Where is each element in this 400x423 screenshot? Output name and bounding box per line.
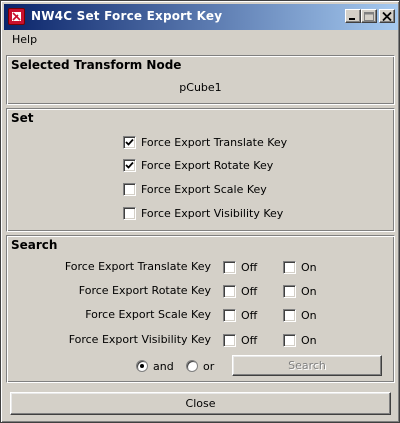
- set-scale-label: Force Export Scale Key: [141, 182, 267, 196]
- search-translate-on-label: On: [301, 260, 317, 274]
- search-visibility-off-label: Off: [241, 333, 258, 347]
- mode-and-radio-row[interactable]: and: [136, 359, 174, 373]
- search-visibility-on-label: On: [301, 333, 317, 347]
- search-visibility-label: Force Export Visibility Key: [68, 333, 211, 346]
- mode-and-label: and: [153, 359, 174, 373]
- set-rotate-checkbox[interactable]: [123, 158, 136, 172]
- search-rotate-on-label: On: [301, 284, 317, 298]
- search-rotate-off-label: Off: [241, 284, 258, 298]
- search-translate-off-label: Off: [241, 260, 258, 274]
- search-translate-label: Force Export Translate Key: [64, 260, 211, 273]
- mode-and-radio[interactable]: [136, 360, 148, 372]
- dialog-window: NW4C Set Force Export Key Help Selected …: [0, 0, 400, 423]
- search-scale-off-label: Off: [241, 308, 258, 322]
- search-visibility-off[interactable]: Off: [223, 333, 257, 347]
- search-scale-on-label: On: [301, 308, 317, 322]
- search-translate-off[interactable]: Off: [223, 260, 257, 274]
- set-rotate-label: Force Export Rotate Key: [141, 158, 274, 172]
- set-scale-row[interactable]: Force Export Scale Key: [123, 182, 267, 196]
- search-translate-off-checkbox[interactable]: [223, 260, 236, 274]
- selected-node-name: pCube1: [179, 81, 222, 94]
- search-scale-off-checkbox[interactable]: [223, 308, 236, 322]
- set-translate-label: Force Export Translate Key: [141, 135, 288, 149]
- app-icon: [8, 8, 25, 25]
- search-scale-on-checkbox[interactable]: [283, 308, 296, 322]
- set-section: Set Force Export Translate Key Force Exp…: [6, 108, 395, 232]
- search-rotate-off[interactable]: Off: [223, 284, 257, 298]
- mode-or-radio-row[interactable]: or: [186, 359, 214, 373]
- search-rotate-label: Force Export Rotate Key: [78, 284, 211, 297]
- set-visibility-label: Force Export Visibility Key: [141, 206, 284, 220]
- maximize-button[interactable]: [361, 9, 377, 23]
- close-button[interactable]: Close: [10, 392, 391, 415]
- set-rotate-row[interactable]: Force Export Rotate Key: [123, 158, 273, 172]
- search-visibility-off-checkbox[interactable]: [223, 333, 236, 347]
- search-translate-on-checkbox[interactable]: [283, 260, 296, 274]
- set-visibility-checkbox[interactable]: [123, 206, 136, 220]
- window-title: NW4C Set Force Export Key: [31, 9, 223, 23]
- search-section: Search Force Export Translate Key Off On…: [6, 235, 395, 383]
- set-scale-checkbox[interactable]: [123, 182, 136, 196]
- search-rotate-on[interactable]: On: [283, 284, 317, 298]
- selected-node-heading: Selected Transform Node: [11, 58, 182, 72]
- close-window-button[interactable]: [379, 9, 395, 23]
- menu-bar: Help: [4, 30, 398, 50]
- search-visibility-on[interactable]: On: [283, 333, 317, 347]
- search-rotate-on-checkbox[interactable]: [283, 284, 296, 298]
- mode-or-label: or: [203, 359, 215, 373]
- title-bar[interactable]: NW4C Set Force Export Key: [4, 4, 398, 30]
- search-rotate-off-checkbox[interactable]: [223, 284, 236, 298]
- set-heading: Set: [11, 111, 34, 125]
- search-scale-on[interactable]: On: [283, 308, 317, 322]
- selected-node-section: Selected Transform Node pCube1: [6, 55, 395, 105]
- set-visibility-row[interactable]: Force Export Visibility Key: [123, 206, 283, 220]
- search-translate-on[interactable]: On: [283, 260, 317, 274]
- set-translate-row[interactable]: Force Export Translate Key: [123, 135, 287, 149]
- mode-or-radio[interactable]: [186, 360, 198, 372]
- search-heading: Search: [11, 238, 58, 252]
- search-scale-label: Force Export Scale Key: [85, 308, 211, 321]
- search-visibility-on-checkbox[interactable]: [283, 333, 296, 347]
- search-scale-off[interactable]: Off: [223, 308, 257, 322]
- set-translate-checkbox[interactable]: [123, 135, 136, 149]
- search-button[interactable]: Search: [232, 355, 382, 376]
- menu-help[interactable]: Help: [12, 33, 37, 46]
- minimize-button[interactable]: [345, 9, 361, 23]
